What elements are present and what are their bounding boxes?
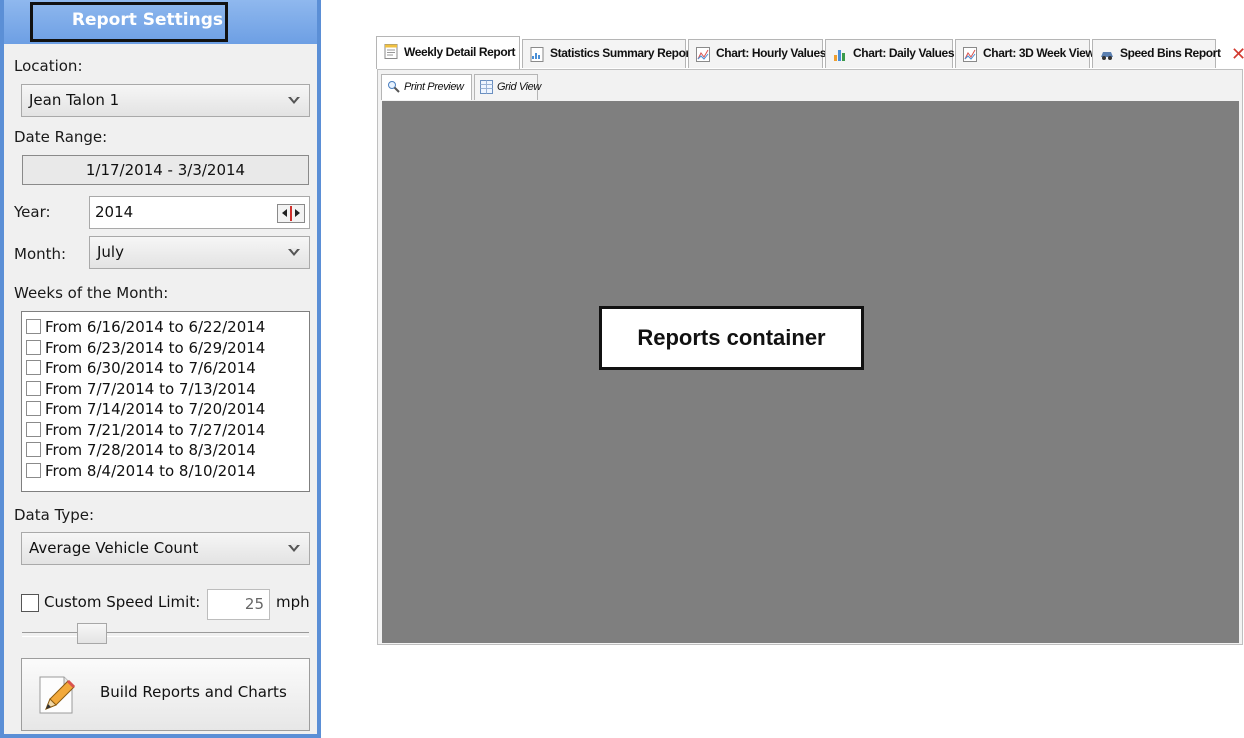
speed-limit-input[interactable]: 25 xyxy=(207,589,270,620)
panel-title: Report Settings xyxy=(30,2,228,42)
chevron-down-icon xyxy=(288,96,300,104)
week-label: From 6/30/2014 to 7/6/2014 xyxy=(45,359,256,377)
tab-label: Chart: 3D Week View xyxy=(983,46,1095,60)
view-tab-bar: Print Preview Grid View xyxy=(379,71,1239,100)
report-tab-bar: Weekly Detail Report Statistics Summary … xyxy=(374,36,1244,69)
week-label: From 7/7/2014 to 7/13/2014 xyxy=(45,379,256,398)
speed-unit-label: mph xyxy=(276,593,310,611)
report-icon xyxy=(384,44,398,59)
panel-header: Report Settings xyxy=(4,0,317,44)
week-item[interactable]: From 7/28/2014 to 8/3/2014 xyxy=(22,440,309,461)
week-label: From 7/14/2014 to 7/20/2014 xyxy=(45,400,266,418)
line-chart-icon xyxy=(963,47,977,62)
week-label: From 7/28/2014 to 8/3/2014 xyxy=(45,441,256,459)
week-checkbox[interactable] xyxy=(26,462,41,478)
week-label: From 6/23/2014 to 6/29/2014 xyxy=(45,338,266,357)
week-label: From 8/4/2014 to 8/10/2014 xyxy=(45,461,256,480)
tab-label: Grid View xyxy=(497,81,541,93)
increment-icon[interactable] xyxy=(295,209,300,217)
tab-statistics-summary-report[interactable]: Statistics Summary Report xyxy=(522,39,694,68)
chevron-down-icon xyxy=(288,544,300,552)
build-reports-label: Build Reports and Charts xyxy=(100,683,287,701)
location-label: Location: xyxy=(14,57,83,75)
week-checkbox[interactable] xyxy=(26,380,41,396)
report-settings-panel: Report Settings Location: Jean Talon 1 D… xyxy=(0,0,321,738)
custom-speed-checkbox[interactable] xyxy=(21,594,39,612)
data-type-value: Average Vehicle Count xyxy=(29,539,199,557)
tab-speed-bins-report[interactable]: Speed Bins Report xyxy=(1092,39,1221,68)
reports-container xyxy=(382,101,1239,643)
line-chart-icon xyxy=(696,47,710,62)
grid-icon xyxy=(480,80,493,94)
week-checkbox[interactable] xyxy=(26,421,41,437)
year-label: Year: xyxy=(14,203,51,221)
spinner-divider xyxy=(290,206,292,221)
tab-label: Chart: Daily Values xyxy=(853,46,955,60)
week-checkbox[interactable] xyxy=(26,360,41,375)
bar-chart-icon xyxy=(834,50,845,61)
statistics-icon xyxy=(530,47,544,62)
week-checkbox[interactable] xyxy=(26,442,41,457)
week-checkbox[interactable] xyxy=(26,339,41,355)
week-item[interactable]: From 7/7/2014 to 7/13/2014 xyxy=(22,379,309,400)
tab-chart-daily-values[interactable]: Chart: Daily Values xyxy=(825,39,955,68)
tab-label: Weekly Detail Report xyxy=(404,45,516,59)
tab-label: Chart: Hourly Values xyxy=(716,46,827,60)
week-item[interactable]: From 8/4/2014 to 8/10/2014 xyxy=(22,461,309,482)
tab-print-preview[interactable]: Print Preview xyxy=(381,74,472,100)
year-value: 2014 xyxy=(95,203,134,221)
location-dropdown[interactable]: Jean Talon 1 xyxy=(21,84,310,117)
week-label: From 6/16/2014 to 6/22/2014 xyxy=(45,318,266,336)
month-label: Month: xyxy=(14,245,67,263)
week-item[interactable]: From 6/16/2014 to 6/22/2014 xyxy=(22,317,309,338)
data-type-dropdown[interactable]: Average Vehicle Count xyxy=(21,532,310,565)
week-label: From 7/21/2014 to 7/27/2014 xyxy=(45,420,266,439)
tab-label: Print Preview xyxy=(404,81,464,93)
tab-weekly-detail-report[interactable]: Weekly Detail Report xyxy=(376,36,520,69)
month-dropdown[interactable]: July xyxy=(89,236,310,269)
year-spinner[interactable] xyxy=(277,204,305,223)
location-value: Jean Talon 1 xyxy=(29,91,120,109)
week-checkbox[interactable] xyxy=(26,319,41,334)
week-item[interactable]: From 7/14/2014 to 7/20/2014 xyxy=(22,399,309,420)
car-icon xyxy=(1101,52,1113,60)
data-type-label: Data Type: xyxy=(14,506,95,524)
tab-chart-hourly-values[interactable]: Chart: Hourly Values xyxy=(688,39,827,68)
tab-grid-view[interactable]: Grid View xyxy=(474,74,541,100)
reports-container-label: Reports container xyxy=(599,306,864,370)
week-checkbox[interactable] xyxy=(26,401,41,416)
pencil-icon xyxy=(39,676,76,714)
tab-label: Speed Bins Report xyxy=(1120,46,1221,60)
speed-slider-thumb[interactable] xyxy=(77,623,107,644)
date-range-label: Date Range: xyxy=(14,128,108,146)
build-reports-button[interactable]: Build Reports and Charts xyxy=(21,658,310,731)
date-range-field: 1/17/2014 - 3/3/2014 xyxy=(22,155,309,185)
chevron-down-icon xyxy=(288,248,300,256)
tab-chart-3d-week-view[interactable]: Chart: 3D Week View xyxy=(955,39,1095,68)
magnifier-icon xyxy=(388,81,400,93)
tab-label: Statistics Summary Report xyxy=(550,46,694,60)
week-item[interactable]: From 6/30/2014 to 7/6/2014 xyxy=(22,358,309,379)
close-icon[interactable]: ✕ xyxy=(1231,44,1244,65)
custom-speed-label: Custom Speed Limit: xyxy=(44,593,201,611)
month-value: July xyxy=(97,243,124,261)
speed-slider-track[interactable] xyxy=(22,632,309,637)
weeks-list: From 6/16/2014 to 6/22/2014 From 6/23/20… xyxy=(21,311,310,492)
decrement-icon[interactable] xyxy=(282,209,287,217)
week-item[interactable]: From 7/21/2014 to 7/27/2014 xyxy=(22,420,309,441)
year-input[interactable]: 2014 xyxy=(89,196,310,229)
weeks-label: Weeks of the Month: xyxy=(14,284,169,302)
week-item[interactable]: From 6/23/2014 to 6/29/2014 xyxy=(22,338,309,359)
